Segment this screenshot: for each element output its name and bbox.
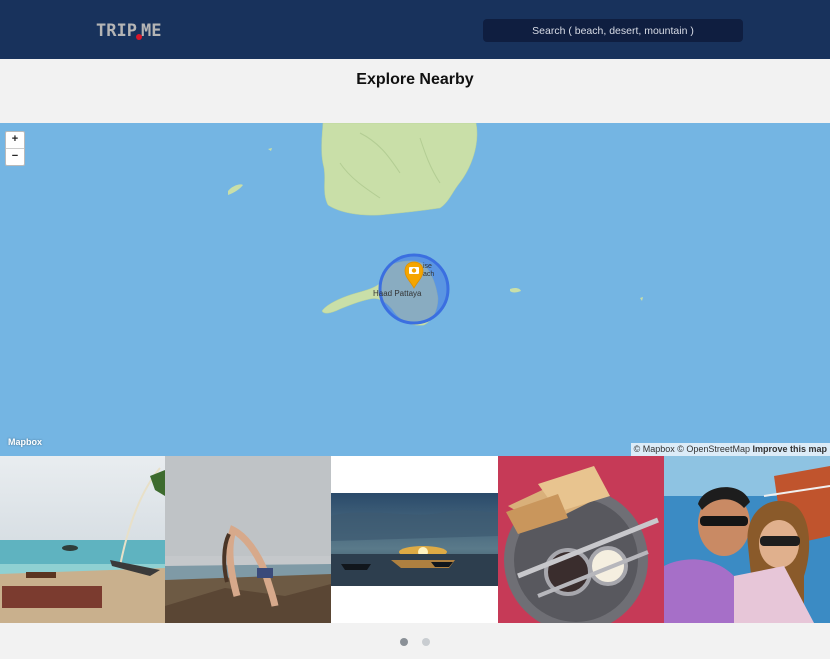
carousel-dot-2[interactable] xyxy=(422,638,431,646)
sunset-boats-photo[interactable] xyxy=(331,456,498,623)
beach-swing-photo[interactable] xyxy=(0,456,165,623)
camera-pin-icon[interactable] xyxy=(404,261,424,289)
page-title: Explore Nearby xyxy=(356,71,474,88)
improve-map-link[interactable]: Improve this map xyxy=(752,444,827,454)
breakfast-toast-photo[interactable] xyxy=(498,456,664,623)
map[interactable]: Haad Pattaya ise ach + − Mapbox © Mapbox… xyxy=(0,123,830,456)
place-label: Haad Pattaya xyxy=(373,289,422,298)
zoom-controls: + − xyxy=(5,131,25,166)
couple-selfie-photo[interactable] xyxy=(664,456,830,623)
attribution-osm-link[interactable]: © OpenStreetMap xyxy=(677,444,750,454)
logo-text-me: ME xyxy=(140,21,162,41)
map-attribution: © Mapbox © OpenStreetMap Improve this ma… xyxy=(630,443,830,456)
yoga-pose-photo[interactable] xyxy=(165,456,331,623)
islet-east xyxy=(510,287,521,293)
islet-tiny-2 xyxy=(640,297,643,301)
islet-west xyxy=(228,184,243,195)
photo-carousel xyxy=(0,456,830,623)
islet-tiny-1 xyxy=(268,148,272,151)
search-input[interactable] xyxy=(483,19,743,42)
mapbox-logo[interactable]: Mapbox xyxy=(8,437,42,447)
zoom-out-button[interactable]: − xyxy=(6,148,24,165)
title-band xyxy=(0,59,830,123)
attribution-mapbox-link[interactable]: © Mapbox xyxy=(634,444,675,454)
place-label-partial: ise ach xyxy=(423,263,435,278)
carousel-pagination xyxy=(0,633,830,646)
logo-text-trip: TRIP xyxy=(96,21,137,41)
tripme-logo[interactable]: TRIP ME xyxy=(96,21,161,41)
logo-pin-icon xyxy=(135,34,142,40)
carousel-dot-1[interactable] xyxy=(399,638,408,646)
top-navbar: TRIP ME xyxy=(0,0,830,59)
zoom-in-button[interactable]: + xyxy=(6,132,24,148)
